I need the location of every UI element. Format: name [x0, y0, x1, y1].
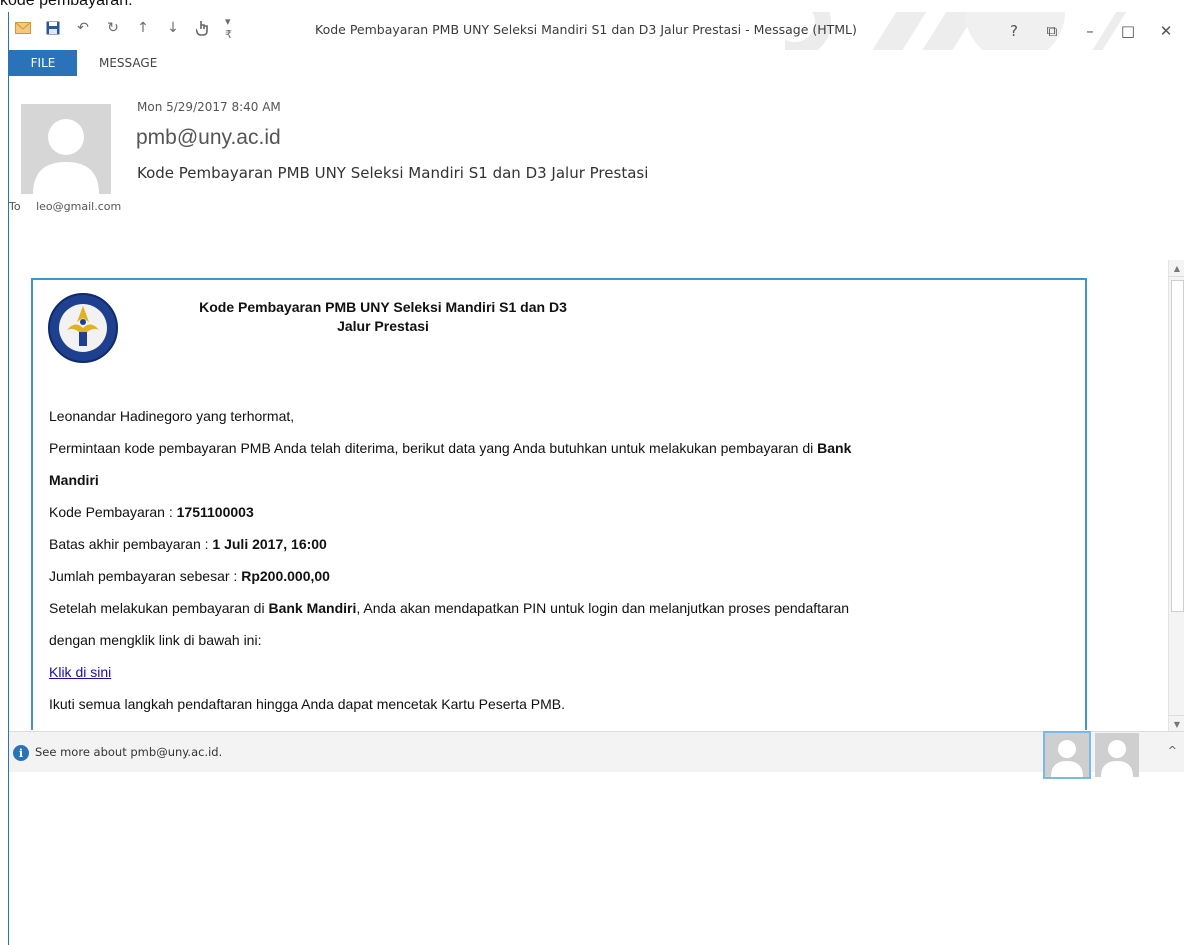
person-icon: [1051, 740, 1083, 777]
deadline-row: Batas akhir pembayaran : 1 Juli 2017, 16…: [49, 528, 1069, 560]
people-avatars: [1043, 731, 1139, 779]
instructions-suffix: , Anda akan mendapatkan PIN untuk login …: [356, 600, 850, 616]
deadline-value: 1 Juli 2017, 16:00: [212, 536, 327, 552]
intro-text: Permintaan kode pembayaran PMB Anda tela…: [49, 440, 818, 456]
up-arrow-icon[interactable]: ↑: [135, 20, 151, 36]
thanks-text: Terima kasih.: [49, 720, 1069, 730]
customize-qat-icon[interactable]: ▾ ₹: [225, 15, 241, 41]
info-icon: i: [13, 745, 29, 761]
reading-pane[interactable]: Kode Pembayaran PMB UNY Seleksi Mandiri …: [9, 226, 1184, 730]
scroll-down-arrow-icon[interactable]: ▼: [1169, 715, 1184, 732]
scroll-up-arrow-icon[interactable]: ▲: [1169, 260, 1184, 277]
link-row: Klik di sini: [49, 656, 1069, 688]
email-title-line1: Kode Pembayaran PMB UNY Seleksi Mandiri …: [199, 299, 567, 315]
close-icon[interactable]: ✕: [1147, 18, 1184, 44]
recipient-row: To leo@gmail.com: [9, 200, 121, 213]
amount-value: Rp200.000,00: [241, 568, 330, 584]
greeting: Leonandar Hadinegoro yang terhormat,: [49, 408, 295, 424]
sender-address[interactable]: pmb@uny.ac.id: [136, 126, 281, 150]
page-caption: kode pembayaran.: [0, 0, 133, 9]
redo-icon[interactable]: ↻: [105, 20, 121, 36]
save-icon[interactable]: [45, 20, 61, 36]
touch-mode-icon[interactable]: [195, 20, 211, 36]
amount-label: Jumlah pembayaran sebesar :: [49, 568, 242, 584]
collapse-people-pane-icon[interactable]: ^: [1168, 744, 1177, 757]
tab-file[interactable]: FILE: [9, 50, 77, 76]
maximize-icon[interactable]: □: [1109, 18, 1147, 44]
email-title-line2: Jalur Prestasi: [337, 318, 429, 334]
ribbon-display-icon[interactable]: ⧉: [1033, 18, 1071, 44]
title-bar: ↶ ↻ ↑ ↓ ▾ ₹ Kode Pembayaran PMB UNY Sele…: [9, 12, 1184, 62]
window-controls: ? ⧉ – □ ✕: [995, 18, 1184, 44]
payment-code-row: Kode Pembayaran : 1751100003: [49, 496, 1069, 528]
instructions-prefix: Setelah melakukan pembayaran di: [49, 600, 269, 616]
undo-icon[interactable]: ↶: [75, 20, 91, 36]
message-header: Mon 5/29/2017 8:40 AM pmb@uny.ac.id Kode…: [9, 76, 1184, 226]
people-avatar-recipient[interactable]: [1095, 733, 1139, 777]
person-icon: [33, 119, 99, 194]
see-more-link[interactable]: See more about pmb@uny.ac.id.: [35, 745, 222, 759]
quick-access-toolbar: ↶ ↻ ↑ ↓ ▾ ₹: [15, 15, 241, 41]
people-pane-bar: i See more about pmb@uny.ac.id. ^: [9, 731, 1184, 779]
payment-code-value: 1751100003: [176, 504, 254, 520]
intro-paragraph: Permintaan kode pembayaran PMB Anda tela…: [49, 432, 1069, 464]
to-address[interactable]: leo@gmail.com: [36, 200, 121, 213]
bank-name-line: Mandiri: [49, 464, 1069, 496]
to-label: To: [9, 200, 21, 213]
instructions-line2: dengan mengklik link di bawah ini:: [49, 632, 262, 648]
ribbon-tabs: FILE MESSAGE: [9, 50, 1184, 76]
steps-text: Ikuti semua langkah pendaftaran hingga A…: [49, 696, 565, 712]
message-subject: Kode Pembayaran PMB UNY Seleksi Mandiri …: [137, 164, 649, 182]
email-text: Leonandar Hadinegoro yang terhormat, Per…: [49, 400, 1069, 730]
email-title: Kode Pembayaran PMB UNY Seleksi Mandiri …: [103, 298, 663, 336]
scrollbar-thumb[interactable]: [1171, 280, 1184, 612]
vertical-scrollbar[interactable]: ▲ ▼: [1168, 260, 1184, 732]
deadline-label: Batas akhir pembayaran :: [49, 536, 213, 552]
click-here-link[interactable]: Klik di sini: [49, 664, 111, 680]
person-icon: [1101, 740, 1133, 777]
amount-row: Jumlah pembayaran sebesar : Rp200.000,00: [49, 560, 1069, 592]
mail-icon: [15, 20, 31, 36]
email-body-card: Kode Pembayaran PMB UNY Seleksi Mandiri …: [31, 278, 1087, 730]
people-avatar-sender[interactable]: [1043, 731, 1091, 779]
bank-name-part2: Mandiri: [49, 472, 99, 488]
tab-message[interactable]: MESSAGE: [99, 50, 157, 76]
help-icon[interactable]: ?: [995, 18, 1033, 44]
down-arrow-icon[interactable]: ↓: [165, 20, 181, 36]
window-title: Kode Pembayaran PMB UNY Seleksi Mandiri …: [315, 22, 857, 37]
instructions-paragraph: Setelah melakukan pembayaran di Bank Man…: [49, 592, 1069, 624]
minimize-icon[interactable]: –: [1071, 18, 1109, 44]
outlook-message-window: ↶ ↻ ↑ ↓ ▾ ₹ Kode Pembayaran PMB UNY Sele…: [8, 12, 1184, 945]
sender-avatar[interactable]: [21, 104, 111, 194]
payment-code-label: Kode Pembayaran :: [49, 504, 177, 520]
bank-name-part1: Bank: [817, 440, 852, 456]
message-date: Mon 5/29/2017 8:40 AM: [137, 100, 281, 114]
instructions-bank: Bank Mandiri: [268, 600, 357, 616]
